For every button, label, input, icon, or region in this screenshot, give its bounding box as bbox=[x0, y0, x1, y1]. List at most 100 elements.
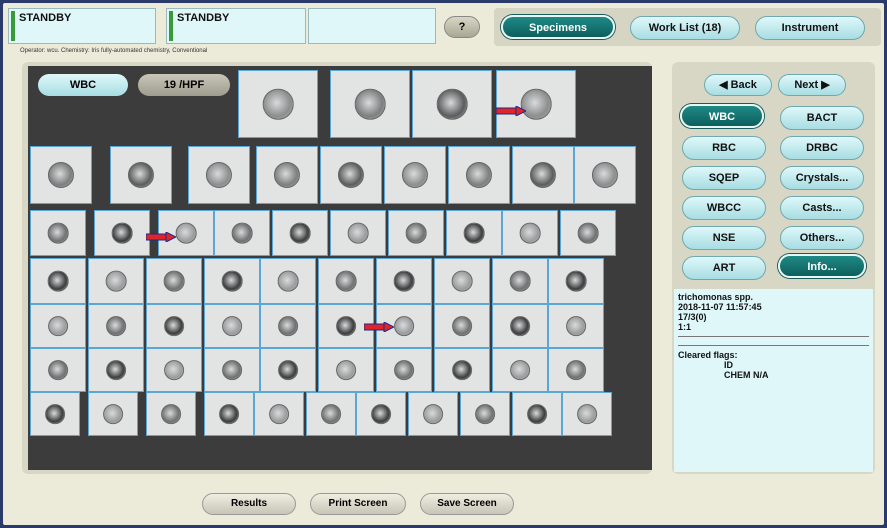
category-btn-rbc[interactable]: RBC bbox=[682, 136, 766, 160]
cell-body bbox=[47, 222, 69, 244]
cell-image[interactable] bbox=[446, 210, 502, 256]
category-btn-nse[interactable]: NSE bbox=[682, 226, 766, 250]
cell-body bbox=[354, 88, 386, 120]
cell-image[interactable] bbox=[260, 304, 316, 348]
cell-image[interactable] bbox=[318, 258, 374, 304]
cell-body bbox=[401, 161, 429, 189]
cell-body bbox=[103, 404, 123, 424]
cell-image[interactable] bbox=[260, 258, 316, 304]
cell-image[interactable] bbox=[204, 392, 254, 436]
category-btn-crystals[interactable]: Crystals... bbox=[780, 166, 864, 190]
cell-body bbox=[509, 270, 531, 292]
cell-body bbox=[336, 316, 356, 336]
category-btn-casts[interactable]: Casts... bbox=[780, 196, 864, 220]
arrow-right-icon: ▶ bbox=[821, 79, 830, 91]
cell-image[interactable] bbox=[204, 258, 260, 304]
cell-image[interactable] bbox=[376, 258, 432, 304]
cell-image[interactable] bbox=[256, 146, 318, 204]
cell-image[interactable] bbox=[94, 210, 150, 256]
arrow-right-icon bbox=[364, 322, 394, 332]
category-btn-wbcc[interactable]: WBCC bbox=[682, 196, 766, 220]
cell-image[interactable] bbox=[356, 392, 406, 436]
back-button[interactable]: ◀ Back bbox=[704, 74, 772, 96]
category-btn-sqep[interactable]: SQEP bbox=[682, 166, 766, 190]
cell-image[interactable] bbox=[408, 392, 458, 436]
cell-image[interactable] bbox=[548, 348, 604, 392]
cell-image[interactable] bbox=[384, 146, 446, 204]
cell-image[interactable] bbox=[88, 392, 138, 436]
info-timestamp: 2018-11-07 11:57:45 bbox=[678, 302, 762, 312]
cell-image[interactable] bbox=[492, 304, 548, 348]
save-screen-button[interactable]: Save Screen bbox=[420, 493, 514, 515]
next-button[interactable]: Next ▶ bbox=[778, 74, 846, 96]
cell-image[interactable] bbox=[30, 210, 86, 256]
cell-image[interactable] bbox=[88, 304, 144, 348]
cell-image[interactable] bbox=[512, 146, 574, 204]
cell-image[interactable] bbox=[254, 392, 304, 436]
cell-image[interactable] bbox=[214, 210, 270, 256]
cell-image[interactable] bbox=[434, 348, 490, 392]
status-text-2: STANDBY bbox=[177, 12, 230, 24]
print-screen-button[interactable]: Print Screen bbox=[310, 493, 406, 515]
cell-image[interactable] bbox=[306, 392, 356, 436]
cell-body bbox=[465, 161, 493, 189]
cell-image[interactable] bbox=[512, 392, 562, 436]
cell-image[interactable] bbox=[30, 146, 92, 204]
operator-info: Operator: wcu. Chemistry: Iris fully-aut… bbox=[20, 48, 208, 54]
category-tab[interactable]: WBC bbox=[38, 74, 128, 96]
cell-image[interactable] bbox=[376, 348, 432, 392]
cell-image[interactable] bbox=[146, 258, 202, 304]
cell-image[interactable] bbox=[88, 348, 144, 392]
cell-image[interactable] bbox=[318, 348, 374, 392]
cell-image[interactable] bbox=[320, 146, 382, 204]
cell-image[interactable] bbox=[560, 210, 616, 256]
cell-image[interactable] bbox=[412, 70, 492, 138]
category-btn-wbc[interactable]: WBC bbox=[680, 104, 764, 128]
cell-body bbox=[277, 270, 299, 292]
cell-image[interactable] bbox=[146, 348, 202, 392]
category-btn-others[interactable]: Others... bbox=[780, 226, 864, 250]
cell-image[interactable] bbox=[492, 348, 548, 392]
tab-worklist[interactable]: Work List (18) bbox=[630, 16, 740, 40]
tab-specimens[interactable]: Specimens bbox=[501, 15, 615, 39]
cell-image[interactable] bbox=[238, 70, 318, 138]
cell-image[interactable] bbox=[330, 70, 410, 138]
cell-body bbox=[451, 270, 473, 292]
cell-image[interactable] bbox=[30, 348, 86, 392]
results-button[interactable]: Results bbox=[202, 493, 296, 515]
cell-image[interactable] bbox=[260, 348, 316, 392]
cell-image[interactable] bbox=[548, 258, 604, 304]
cell-image[interactable] bbox=[448, 146, 510, 204]
cell-image[interactable] bbox=[502, 210, 558, 256]
cell-image[interactable] bbox=[272, 210, 328, 256]
tab-instrument[interactable]: Instrument bbox=[755, 16, 865, 40]
category-btn-drbc[interactable]: DRBC bbox=[780, 136, 864, 160]
cell-image[interactable] bbox=[496, 70, 576, 138]
status-indicator bbox=[11, 11, 15, 41]
cell-image[interactable] bbox=[460, 392, 510, 436]
cell-image[interactable] bbox=[146, 392, 196, 436]
cell-image[interactable] bbox=[30, 258, 86, 304]
cell-image[interactable] bbox=[330, 210, 386, 256]
category-btn-art[interactable]: ART bbox=[682, 256, 766, 280]
cell-image[interactable] bbox=[492, 258, 548, 304]
cell-body bbox=[222, 316, 242, 336]
cell-image[interactable] bbox=[30, 392, 80, 436]
cell-image[interactable] bbox=[548, 304, 604, 348]
cell-image[interactable] bbox=[110, 146, 172, 204]
cell-image[interactable] bbox=[562, 392, 612, 436]
cell-body bbox=[278, 360, 298, 380]
cell-image[interactable] bbox=[188, 146, 250, 204]
cell-image[interactable] bbox=[88, 258, 144, 304]
category-btn-info[interactable]: Info... bbox=[778, 254, 866, 278]
cell-image[interactable] bbox=[434, 258, 490, 304]
cell-image[interactable] bbox=[146, 304, 202, 348]
cell-image[interactable] bbox=[204, 348, 260, 392]
cell-image[interactable] bbox=[204, 304, 260, 348]
category-btn-bact[interactable]: BACT bbox=[780, 106, 864, 130]
help-button[interactable]: ? bbox=[444, 16, 480, 38]
cell-image[interactable] bbox=[574, 146, 636, 204]
cell-image[interactable] bbox=[388, 210, 444, 256]
cell-image[interactable] bbox=[434, 304, 490, 348]
cell-image[interactable] bbox=[30, 304, 86, 348]
